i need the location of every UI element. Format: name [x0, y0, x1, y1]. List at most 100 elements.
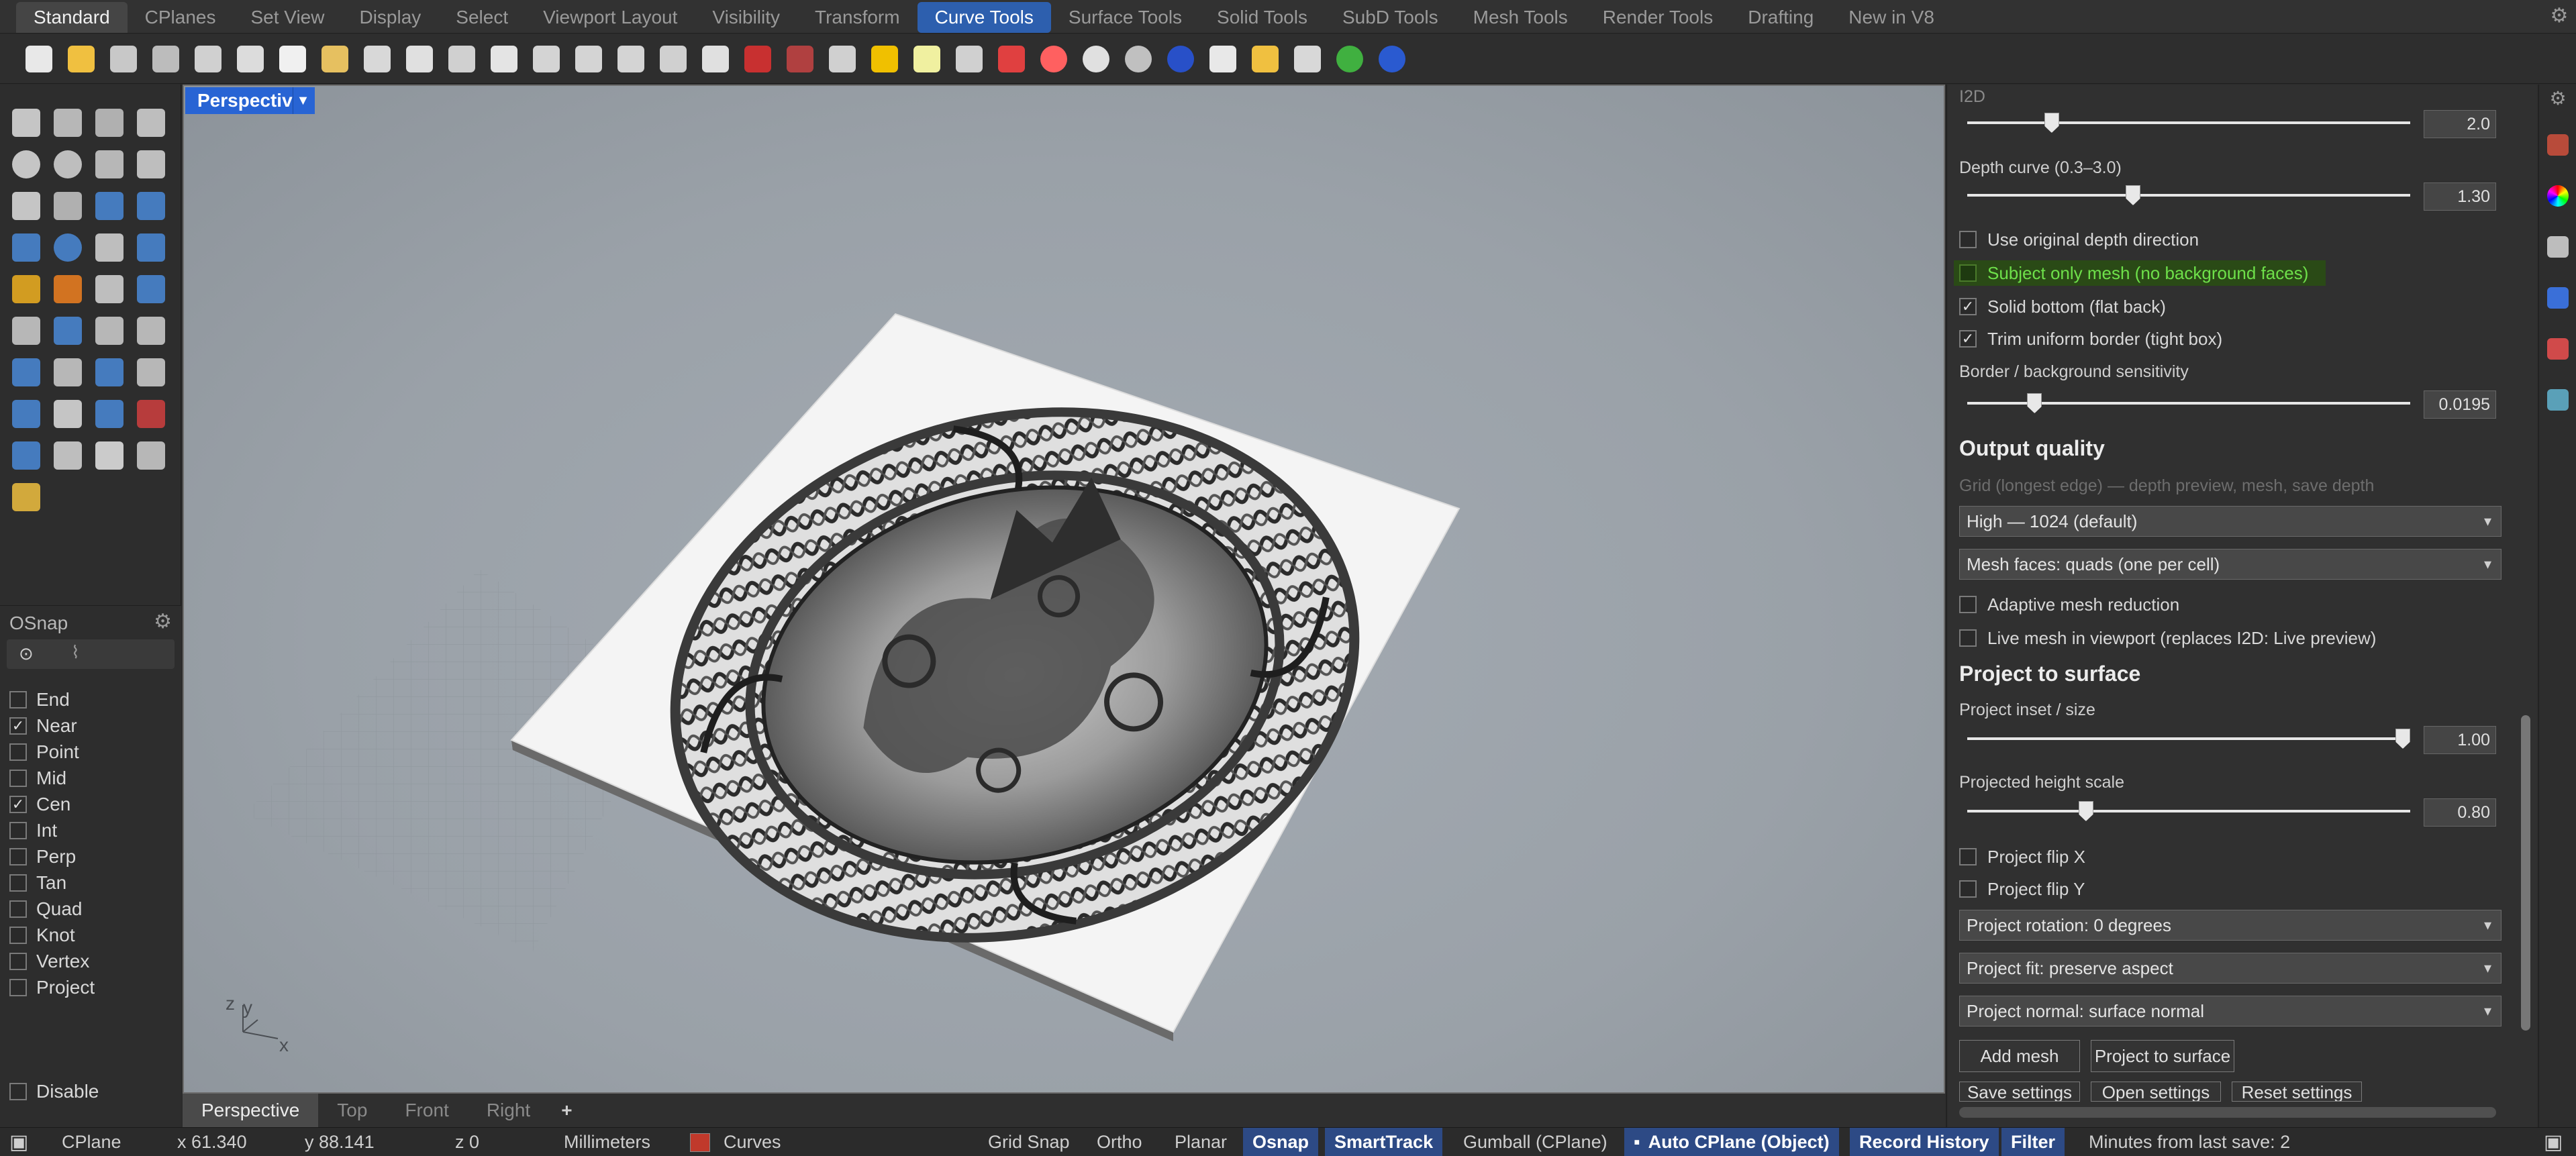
panel-toggle-icon[interactable]: ▣: [9, 1128, 28, 1156]
tab-surface-tools[interactable]: Surface Tools: [1051, 2, 1199, 33]
layer-color-swatch[interactable]: [690, 1133, 710, 1152]
slider-thumb[interactable]: [2078, 801, 2093, 821]
osnap-point[interactable]: Point: [9, 740, 79, 764]
light-icon[interactable]: [864, 39, 905, 79]
polygon-icon[interactable]: [5, 185, 47, 227]
tab-display[interactable]: Display: [342, 2, 438, 33]
checkbox[interactable]: [1959, 596, 1977, 613]
use-original-depth-option[interactable]: Use original depth direction: [1959, 228, 2199, 251]
mesh-icon[interactable]: [5, 393, 47, 435]
project-inset-value[interactable]: 1.00: [2424, 726, 2496, 754]
planar-toggle[interactable]: Planar: [1175, 1128, 1227, 1156]
osnap-knot[interactable]: Knot: [9, 923, 75, 947]
panel-horizontal-scrollbar[interactable]: [1959, 1107, 2496, 1118]
tab-render-tools[interactable]: Render Tools: [1585, 2, 1730, 33]
osnap-project[interactable]: Project: [9, 976, 95, 1000]
material-icon[interactable]: [1203, 39, 1243, 79]
tab-drafting[interactable]: Drafting: [1730, 2, 1831, 33]
depth-curve-slider[interactable]: [1967, 185, 2410, 205]
solid-bottom-option[interactable]: ✓ Solid bottom (flat back): [1959, 295, 2166, 318]
checkbox[interactable]: [1959, 848, 1977, 865]
checkbox[interactable]: [9, 822, 27, 839]
checkbox[interactable]: [1959, 629, 1977, 647]
array-icon[interactable]: [130, 310, 172, 352]
zoom-extents-icon[interactable]: [526, 39, 566, 79]
zoom-icon[interactable]: [484, 39, 524, 79]
viewport-menu-chevron-icon[interactable]: ▼: [293, 87, 313, 114]
add-view-tab-icon[interactable]: +: [549, 1094, 584, 1127]
checkbox[interactable]: [9, 848, 27, 865]
text-icon[interactable]: [5, 352, 47, 393]
project-inset-slider[interactable]: [1967, 729, 2410, 749]
project-normal-select[interactable]: Project normal: surface normal ▾: [1959, 996, 2501, 1027]
save-icon[interactable]: [103, 39, 144, 79]
light-icon[interactable]: [5, 476, 47, 518]
auto-cplane-toggle[interactable]: ▪ Auto CPlane (Object): [1624, 1128, 1839, 1156]
checkbox[interactable]: [1959, 264, 1977, 282]
open-settings-button[interactable]: Open settings: [2091, 1082, 2221, 1102]
new-file-icon[interactable]: [19, 39, 59, 79]
checkbox[interactable]: [9, 953, 27, 970]
checkbox[interactable]: ✓: [9, 717, 27, 735]
snap-icon[interactable]: [47, 435, 89, 476]
layer-name[interactable]: Curves: [724, 1128, 781, 1156]
trim-icon[interactable]: [89, 268, 130, 310]
smarttrack-toggle[interactable]: SmartTrack: [1325, 1128, 1443, 1156]
trim-border-option[interactable]: ✓ Trim uniform border (tight box): [1959, 327, 2222, 350]
tab-visibility[interactable]: Visibility: [695, 2, 797, 33]
checkbox[interactable]: [9, 770, 27, 787]
tab-curve-tools[interactable]: Curve Tools: [917, 2, 1051, 33]
adaptive-mesh-option[interactable]: Adaptive mesh reduction: [1959, 593, 2179, 616]
checkbox[interactable]: [1959, 231, 1977, 248]
project-to-surface-button[interactable]: Project to surface: [2091, 1040, 2234, 1072]
solid-edit-icon[interactable]: [5, 435, 47, 476]
ellipse-icon[interactable]: [47, 144, 89, 185]
filter-toggle[interactable]: Filter: [2001, 1128, 2065, 1156]
undo-view-icon[interactable]: [653, 39, 693, 79]
project-flip-x-option[interactable]: Project flip X: [1959, 845, 2085, 868]
units-label[interactable]: Millimeters: [564, 1128, 650, 1156]
live-mesh-option[interactable]: Live mesh in viewport (replaces I2D: Liv…: [1959, 627, 2376, 649]
snap-curve-icon[interactable]: ⌇: [71, 642, 80, 663]
slider-thumb[interactable]: [2126, 185, 2141, 205]
osnap-int[interactable]: Int: [9, 819, 57, 843]
help-icon[interactable]: [1372, 39, 1412, 79]
view-tab-right[interactable]: Right: [468, 1094, 549, 1127]
rotate-view-icon[interactable]: [442, 39, 482, 79]
dimension-icon[interactable]: [1287, 39, 1328, 79]
bulb-icon[interactable]: [907, 39, 947, 79]
cylinder-icon[interactable]: [89, 227, 130, 268]
depth-curve-value[interactable]: 1.30: [2424, 182, 2496, 211]
osnap-settings-icon[interactable]: ⚙: [154, 610, 172, 633]
open-file-icon[interactable]: [61, 39, 101, 79]
projected-height-slider[interactable]: [1967, 801, 2410, 821]
gear-cog-icon[interactable]: [1245, 39, 1285, 79]
rectangle-icon[interactable]: [130, 144, 172, 185]
curve-icon[interactable]: [130, 102, 172, 144]
osnap-vertex[interactable]: Vertex: [9, 949, 89, 974]
view-tab-top[interactable]: Top: [318, 1094, 386, 1127]
panel-scrollbar[interactable]: [2521, 715, 2530, 1031]
box-icon[interactable]: [5, 227, 47, 268]
boolean-icon[interactable]: [47, 268, 89, 310]
sphere-icon[interactable]: [47, 227, 89, 268]
osnap-near[interactable]: ✓ Near: [9, 714, 77, 738]
view-tab-front[interactable]: Front: [386, 1094, 467, 1127]
projected-height-value[interactable]: 0.80: [2424, 798, 2496, 827]
tab-new-in-v8[interactable]: New in V8: [1831, 2, 1952, 33]
project-fit-select[interactable]: Project fit: preserve aspect ▾: [1959, 953, 2501, 984]
osnap-perp[interactable]: Perp: [9, 845, 76, 869]
align-icon[interactable]: [89, 352, 130, 393]
border-sensitivity-slider[interactable]: [1967, 393, 2410, 413]
grid-icon[interactable]: [780, 39, 820, 79]
zoom-selected-icon[interactable]: [611, 39, 651, 79]
i2d-value[interactable]: 2.0: [2424, 110, 2496, 138]
reset-settings-button[interactable]: Reset settings: [2232, 1082, 2362, 1102]
plane-icon[interactable]: [130, 227, 172, 268]
pan-hand-icon[interactable]: [399, 39, 440, 79]
surface-edit-icon[interactable]: [130, 185, 172, 227]
tab-standard[interactable]: Standard: [16, 2, 128, 33]
point-icon[interactable]: [47, 102, 89, 144]
record-history-toggle[interactable]: Record History: [1850, 1128, 1999, 1156]
cplane-label[interactable]: CPlane: [62, 1128, 121, 1156]
